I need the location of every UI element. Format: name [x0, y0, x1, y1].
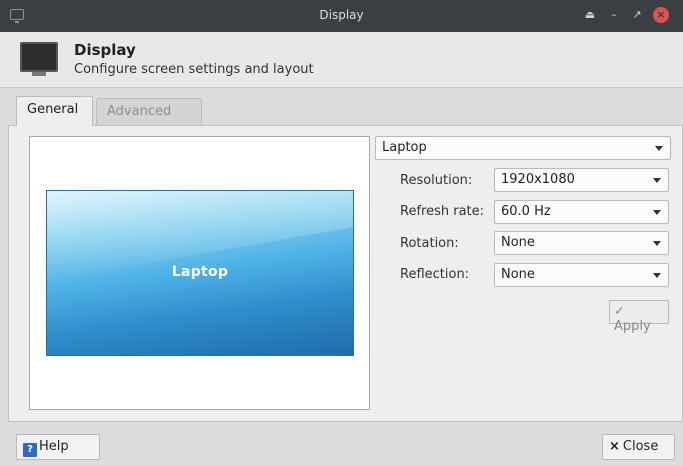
tab-advanced[interactable]: Advanced [96, 98, 202, 125]
close-button-label: Close [622, 439, 659, 454]
minimize-icon[interactable]: – [606, 7, 622, 23]
rotation-select[interactable]: None [494, 231, 669, 255]
refresh-rate-value: 60.0 Hz [501, 204, 551, 219]
refresh-rate-label: Refresh rate: [400, 204, 485, 219]
title-bar: Display ⏏ – ↗ × [0, 0, 683, 32]
resolution-select[interactable]: 1920x1080 [494, 168, 669, 192]
close-button[interactable]: × Close [602, 434, 675, 460]
reflection-value: None [501, 267, 535, 282]
resolution-label: Resolution: [400, 173, 473, 188]
close-window-icon[interactable]: × [653, 7, 669, 23]
chevron-down-icon [653, 210, 661, 215]
eject-icon[interactable]: ⏏ [582, 7, 598, 23]
close-icon: × [609, 439, 620, 454]
header-title: Display [74, 41, 136, 59]
laptop-screen-preview[interactable]: Laptop [46, 190, 354, 356]
screen-preview-label: Laptop [171, 264, 229, 280]
rotation-label: Rotation: [400, 236, 459, 251]
rotation-value: None [501, 235, 535, 250]
dialog-header: Display Configure screen settings and la… [0, 32, 683, 88]
help-button-label: Help [39, 439, 69, 454]
chevron-down-icon [653, 178, 661, 183]
apply-button-label: Apply [614, 319, 651, 334]
reflection-select[interactable]: None [494, 263, 669, 287]
chevron-down-icon [653, 273, 661, 278]
display-select-value: Laptop [382, 140, 427, 155]
checkmark-icon: ✓ [614, 304, 625, 319]
tab-general[interactable]: General [16, 96, 93, 126]
monitor-icon [20, 42, 58, 76]
resolution-value: 1920x1080 [501, 172, 575, 187]
window-title: Display [319, 8, 364, 22]
refresh-rate-select[interactable]: 60.0 Hz [494, 200, 669, 224]
header-subtitle: Configure screen settings and layout [74, 62, 314, 77]
chevron-down-icon [653, 241, 661, 246]
help-button[interactable]: ? Help [16, 434, 100, 460]
help-icon: ? [23, 443, 37, 457]
reflection-label: Reflection: [400, 267, 470, 282]
chevron-down-icon [655, 146, 663, 151]
apply-button[interactable]: ✓Apply [609, 300, 669, 334]
display-select[interactable]: Laptop [375, 136, 671, 160]
maximize-icon[interactable]: ↗ [629, 7, 645, 23]
